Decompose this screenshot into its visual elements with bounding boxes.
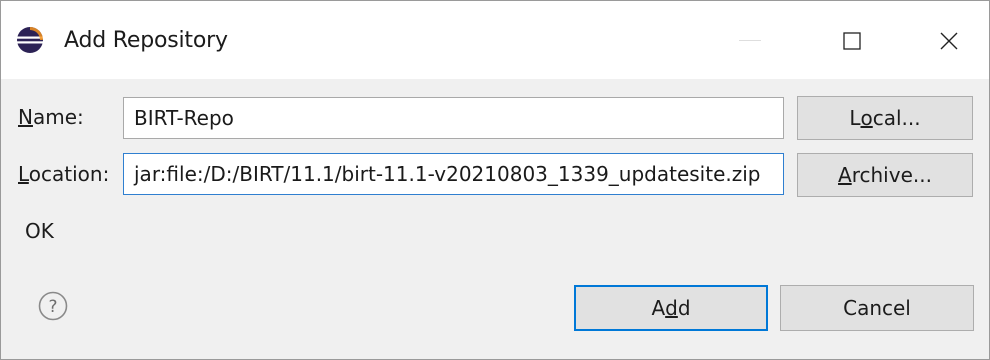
location-label-mnemonic: L [18, 162, 29, 186]
cancel-label: Cancel [843, 296, 911, 320]
name-label: Name: [18, 103, 84, 131]
location-input[interactable]: jar:file:/D:/BIRT/11.1/birt-11.1-v202108… [123, 153, 784, 195]
status-message: OK [25, 219, 54, 243]
name-input[interactable]: BIRT-Repo [123, 97, 784, 139]
local-label-prefix: L [849, 106, 861, 130]
add-label-rest: d [677, 296, 691, 320]
location-label-rest: ocation: [28, 162, 110, 186]
add-button[interactable]: Add [574, 285, 768, 331]
add-label-mnemonic: d [665, 296, 678, 320]
maximize-icon [843, 32, 861, 50]
name-label-rest: ame: [32, 105, 84, 129]
location-input-value: jar:file:/D:/BIRT/11.1/birt-11.1-v202108… [134, 162, 761, 186]
local-label-mnemonic: o [860, 106, 873, 130]
add-label-prefix: A [651, 296, 666, 320]
close-icon [940, 32, 958, 50]
archive-label-mnemonic: A [838, 163, 852, 187]
archive-label-rest: rchive... [851, 163, 932, 187]
svg-text:?: ? [48, 297, 57, 317]
help-icon[interactable]: ? [38, 291, 68, 321]
location-label: Location: [18, 160, 109, 188]
cancel-button[interactable]: Cancel [780, 285, 974, 331]
dialog-content: Name: BIRT-Repo Lo cal... Location: jar:f… [1, 79, 989, 359]
dialog-title: Add Repository [64, 28, 228, 53]
eclipse-icon [17, 27, 43, 53]
title-divider [739, 40, 761, 41]
local-button[interactable]: Lo cal... [797, 96, 973, 140]
name-input-value: BIRT-Repo [134, 106, 234, 130]
archive-button[interactable]: Archive... [797, 153, 973, 197]
maximize-button[interactable] [830, 19, 874, 63]
title-bar[interactable]: Add Repository [1, 1, 989, 79]
local-label-rest: cal... [872, 106, 921, 130]
add-repository-dialog: Add Repository Name: BIRT-Repo Lo cal... … [0, 0, 990, 360]
name-label-mnemonic: N [18, 105, 33, 129]
close-button[interactable] [927, 19, 971, 63]
